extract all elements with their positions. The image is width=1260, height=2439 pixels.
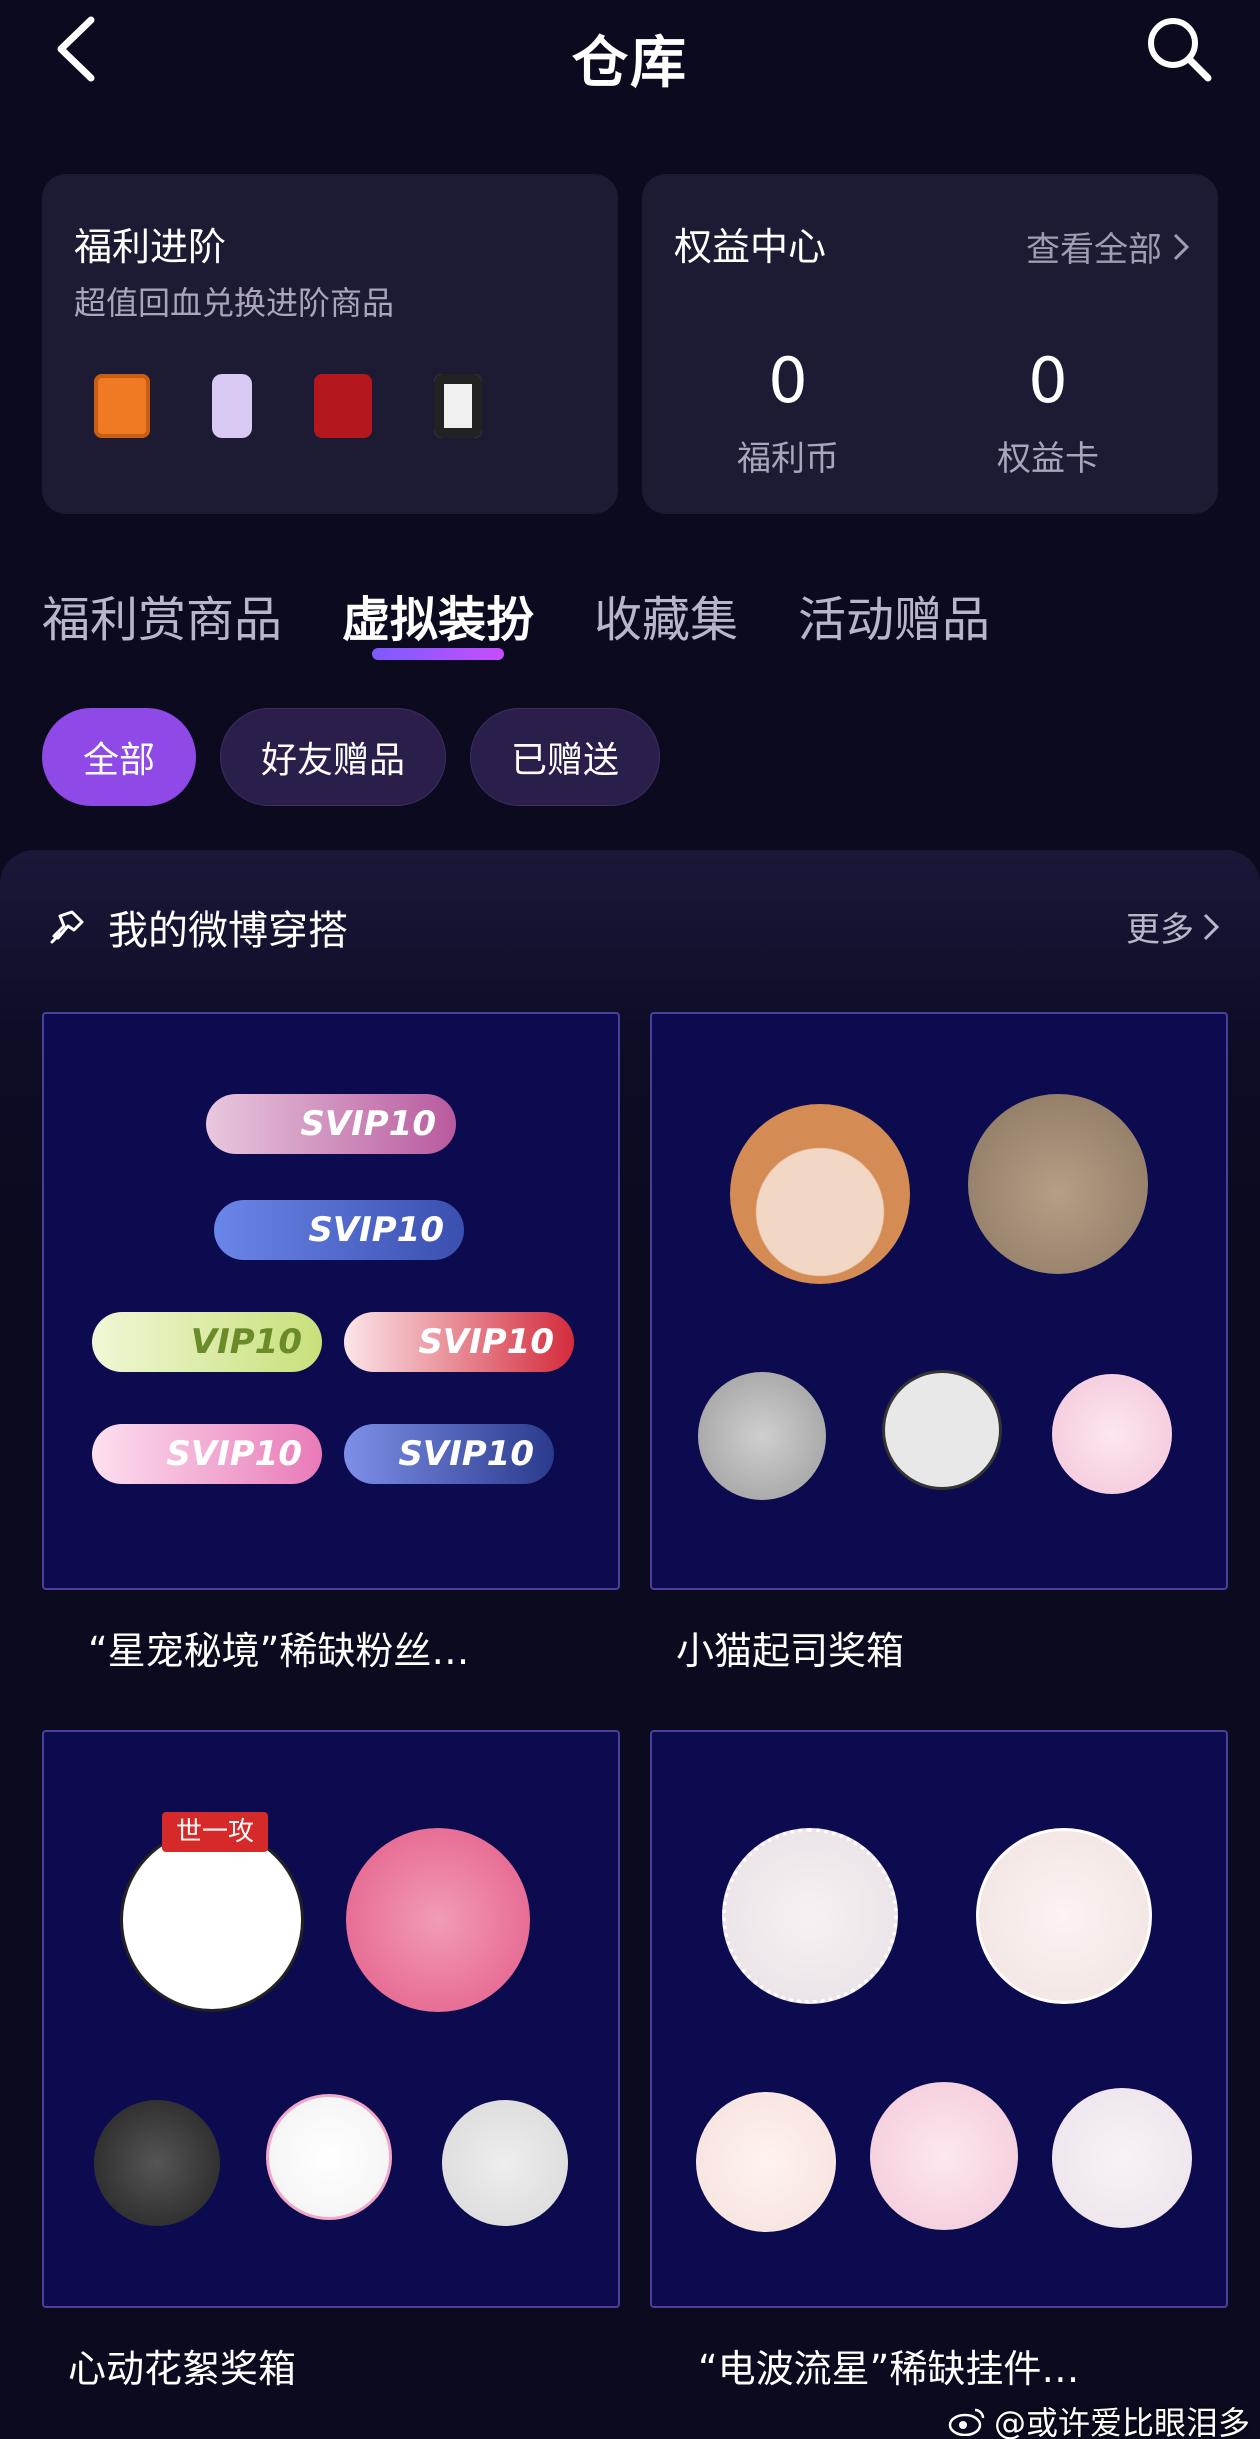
view-all-label: 查看全部 <box>1026 230 1162 270</box>
avatar-frame <box>120 1828 304 2012</box>
welfare-subtitle: 超值回血兑换进阶商品 <box>74 284 395 322</box>
section-header: 我的微博穿搭 <box>46 898 348 956</box>
badge-svip10: SVIP10 <box>344 1312 574 1372</box>
avatar-frame <box>870 2082 1018 2230</box>
header: 仓库 <box>0 0 1260 110</box>
phone-products <box>94 374 482 438</box>
avatar-frame <box>730 1104 910 1284</box>
tab-collection[interactable]: 收藏集 <box>594 580 738 650</box>
welfare-card[interactable]: 福利进阶 超值回血兑换进阶商品 <box>42 174 618 514</box>
avatar-frame <box>722 1828 898 2004</box>
chip-sent[interactable]: 已赠送 <box>470 708 661 806</box>
avatar-frame <box>698 1372 826 1500</box>
avatar-frame <box>346 1828 530 2012</box>
page-title: 仓库 <box>572 31 688 96</box>
rights-card: 权益中心 查看全部 0 福利币 0 权益卡 <box>642 174 1218 514</box>
badge-svip10: SVIP10 <box>92 1424 322 1484</box>
avatar-frame <box>882 1370 1002 1490</box>
item-tile-cat-box[interactable] <box>650 1012 1228 1590</box>
outfit-section: 我的微博穿搭 更多 SVIP10 SVIP10 VIP10 SVIP10 SVI… <box>0 850 1260 2439</box>
badge-svip10: SVIP10 <box>214 1200 464 1260</box>
item-tile-heart-box[interactable]: 世一攻 <box>42 1730 620 2308</box>
welfare-coin-value: 0 <box>768 344 808 417</box>
tab-welfare-goods[interactable]: 福利赏商品 <box>42 580 282 650</box>
item-tile-pendant[interactable] <box>650 1730 1228 2308</box>
phone-icon <box>212 374 252 438</box>
item-label: 心动花絮奖箱 <box>68 2347 297 2391</box>
item-tile-badges[interactable]: SVIP10 SVIP10 VIP10 SVIP10 SVIP10 SVIP10 <box>42 1012 620 1590</box>
welfare-coin-label: 福利币 <box>737 439 839 479</box>
rights-title: 权益中心 <box>674 225 827 269</box>
badge-svip10: SVIP10 <box>344 1424 554 1484</box>
tab-label: 收藏集 <box>594 592 739 648</box>
rights-card-value: 0 <box>1028 344 1068 417</box>
phone-icon <box>94 374 150 438</box>
phone-icon <box>314 374 372 438</box>
chevron-right-icon <box>1173 233 1190 260</box>
watermark: @或许爱比眼泪多 <box>948 2398 1250 2439</box>
item-label: “电波流星”稀缺挂件… <box>698 2347 1080 2391</box>
more-label: 更多 <box>1126 910 1194 950</box>
welfare-title: 福利进阶 <box>74 225 227 269</box>
item-tag: 世一攻 <box>162 1812 269 1852</box>
more-link[interactable]: 更多 <box>1126 902 1220 951</box>
avatar-frame <box>442 2100 568 2226</box>
item-label: “星宠秘境”稀缺粉丝… <box>88 1629 470 1673</box>
rights-card-stat[interactable]: 0 权益卡 <box>948 344 1148 480</box>
badge-svip10: SVIP10 <box>206 1094 456 1154</box>
category-tabs: 福利赏商品 虚拟装扮 收藏集 活动赠品 <box>42 580 990 660</box>
avatar-frame <box>1052 2088 1192 2228</box>
avatar-frame <box>696 2092 836 2232</box>
item-label: 小猫起司奖箱 <box>676 1629 905 1673</box>
view-all-link[interactable]: 查看全部 <box>1026 222 1190 271</box>
tab-label: 福利赏商品 <box>42 592 283 648</box>
tab-virtual-outfit[interactable]: 虚拟装扮 <box>342 580 535 660</box>
chip-all[interactable]: 全部 <box>42 708 197 806</box>
avatar-frame <box>1052 1374 1172 1494</box>
tab-event-gifts[interactable]: 活动赠品 <box>798 580 990 650</box>
phone-icon <box>434 374 482 438</box>
welfare-coin-stat[interactable]: 0 福利币 <box>688 344 888 480</box>
outfit-icon <box>50 910 84 944</box>
tab-underline <box>372 648 505 660</box>
chevron-right-icon <box>1203 913 1220 940</box>
section-title: 我的微博穿搭 <box>108 908 348 954</box>
weibo-icon <box>948 2408 985 2436</box>
avatar-frame <box>976 1828 1152 2004</box>
search-icon <box>1148 18 1212 82</box>
badge-vip10: VIP10 <box>92 1312 322 1372</box>
page: 仓库 福利进阶 超值回血兑换进阶商品 权益中心 查看全部 0 福利币 0 权益卡 <box>0 0 1260 2439</box>
chip-friend-gifts[interactable]: 好友赠品 <box>220 708 447 806</box>
avatar-frame <box>94 2100 220 2226</box>
watermark-text: @或许爱比眼泪多 <box>993 2404 1250 2439</box>
avatar-frame <box>266 2094 392 2220</box>
rights-card-label: 权益卡 <box>997 439 1099 479</box>
tab-label: 虚拟装扮 <box>342 592 535 648</box>
filter-chips: 全部 好友赠品 已赠送 <box>42 708 661 806</box>
tab-label: 活动赠品 <box>798 592 991 648</box>
avatar-frame <box>968 1094 1148 1274</box>
search-button[interactable] <box>1140 10 1220 90</box>
